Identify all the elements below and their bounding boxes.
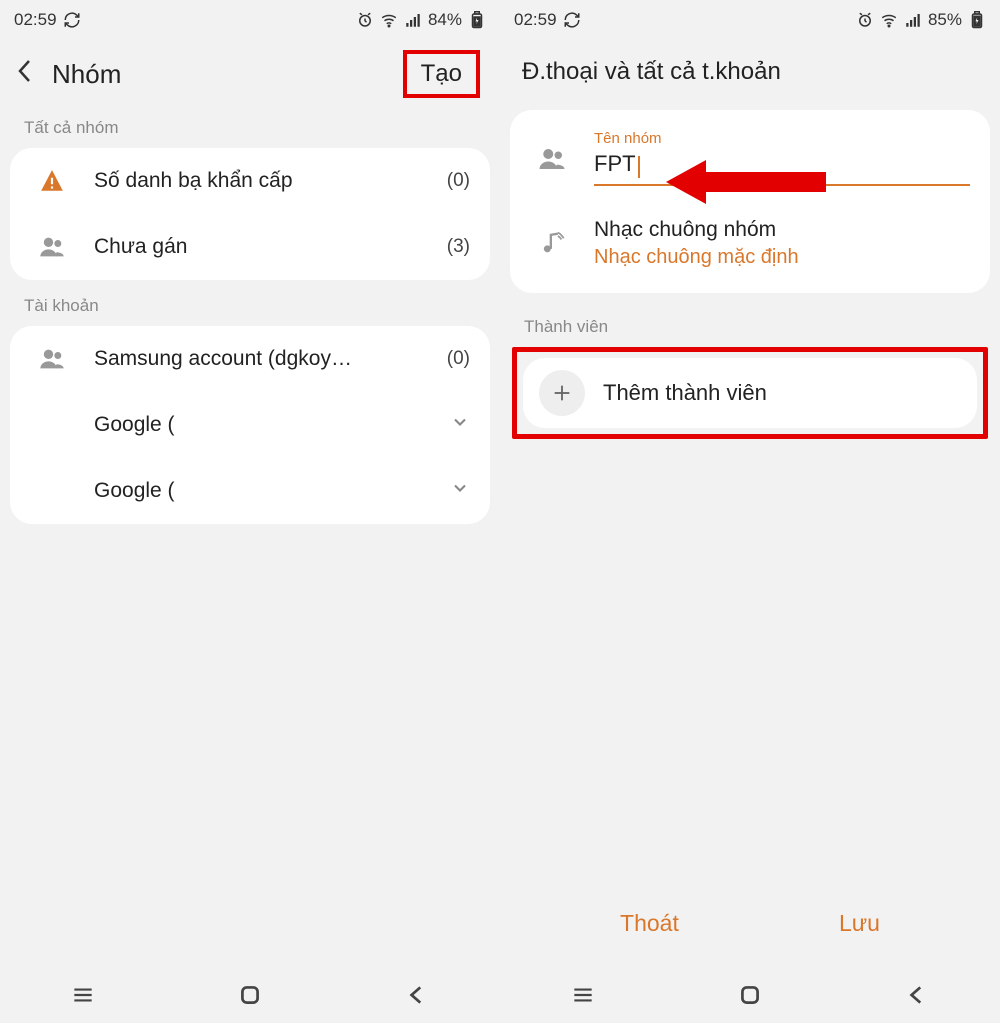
- groups-card: Số danh bạ khẩn cấp (0) Chưa gán (3): [10, 148, 490, 280]
- status-bar: 02:59 85%: [500, 0, 1000, 40]
- add-member-button[interactable]: Thêm thành viên: [523, 358, 977, 428]
- phone-left: 02:59 84%: [0, 0, 500, 1023]
- text-cursor: [638, 156, 640, 178]
- account-label: Samsung account (dgkoy…: [94, 347, 427, 371]
- save-button[interactable]: Lưu: [839, 910, 880, 937]
- warning-icon: [30, 168, 74, 194]
- nav-back[interactable]: [377, 982, 457, 1008]
- signal-icon: [404, 11, 422, 29]
- bottom-action-bar: Thoát Lưu: [500, 883, 1000, 963]
- phone-right: 02:59 85%: [500, 0, 1000, 1023]
- people-icon: [30, 233, 74, 261]
- android-navbar: [500, 967, 1000, 1023]
- accounts-card: Samsung account (dgkoy… (0) Google ( Goo…: [10, 326, 490, 524]
- cancel-button[interactable]: Thoát: [620, 910, 679, 937]
- wifi-icon: [880, 11, 898, 29]
- ringtone-value: Nhạc chuông mặc định: [594, 246, 799, 269]
- account-count: (0): [447, 348, 470, 370]
- group-row-unassigned[interactable]: Chưa gán (3): [10, 214, 490, 280]
- alarm-icon: [856, 11, 874, 29]
- android-navbar: [0, 967, 500, 1023]
- group-count: (0): [447, 170, 470, 192]
- group-name-label: Tên nhóm: [594, 130, 970, 147]
- group-label: Chưa gán: [94, 235, 427, 259]
- group-settings-card: Tên nhóm FPT Nhạc chuông nhóm Nhạc chuôn…: [510, 110, 990, 293]
- page-title: Đ.thoại và tất cả t.khoản: [522, 58, 978, 86]
- page-title: Nhóm: [52, 59, 121, 90]
- create-button[interactable]: Tạo: [413, 54, 470, 93]
- sync-icon: [563, 11, 581, 29]
- people-icon: [30, 345, 74, 373]
- plus-icon: [539, 370, 585, 416]
- music-note-icon: [530, 229, 574, 257]
- account-label: Google (: [94, 479, 430, 503]
- header: Nhóm Tạo: [0, 40, 500, 108]
- alarm-icon: [356, 11, 374, 29]
- chevron-down-icon: [450, 478, 470, 504]
- ringtone-label: Nhạc chuông nhóm: [594, 218, 799, 242]
- people-icon: [530, 144, 574, 174]
- group-row-emergency[interactable]: Số danh bạ khẩn cấp (0): [10, 148, 490, 214]
- account-label: Google (: [94, 413, 430, 437]
- battery-icon: [968, 11, 986, 29]
- battery-icon: [468, 11, 486, 29]
- wifi-icon: [380, 11, 398, 29]
- group-name-row[interactable]: Tên nhóm FPT: [510, 114, 990, 202]
- nav-home[interactable]: [210, 982, 290, 1008]
- group-name-input[interactable]: FPT: [594, 151, 636, 176]
- add-member-label: Thêm thành viên: [603, 380, 767, 406]
- status-time: 02:59: [514, 10, 557, 30]
- nav-recent[interactable]: [543, 982, 623, 1008]
- account-row-samsung[interactable]: Samsung account (dgkoy… (0): [10, 326, 490, 392]
- ringtone-row[interactable]: Nhạc chuông nhóm Nhạc chuông mặc định: [510, 202, 990, 289]
- section-all-groups: Tất cả nhóm: [0, 108, 500, 148]
- header: Đ.thoại và tất cả t.khoản: [500, 40, 1000, 110]
- chevron-down-icon: [450, 412, 470, 438]
- sync-icon: [63, 11, 81, 29]
- status-battery-text: 84%: [428, 10, 462, 30]
- account-row-google-2[interactable]: Google (: [10, 458, 490, 524]
- nav-back[interactable]: [877, 982, 957, 1008]
- section-accounts: Tài khoản: [0, 286, 500, 326]
- section-members: Thành viên: [500, 307, 1000, 347]
- nav-home[interactable]: [710, 982, 790, 1008]
- account-row-google-1[interactable]: Google (: [10, 392, 490, 458]
- back-icon[interactable]: [16, 57, 34, 92]
- status-bar: 02:59 84%: [0, 0, 500, 40]
- group-label: Số danh bạ khẩn cấp: [94, 169, 427, 193]
- highlight-box: Thêm thành viên: [512, 347, 988, 439]
- status-battery-text: 85%: [928, 10, 962, 30]
- status-time: 02:59: [14, 10, 57, 30]
- signal-icon: [904, 11, 922, 29]
- nav-recent[interactable]: [43, 982, 123, 1008]
- group-count: (3): [447, 236, 470, 258]
